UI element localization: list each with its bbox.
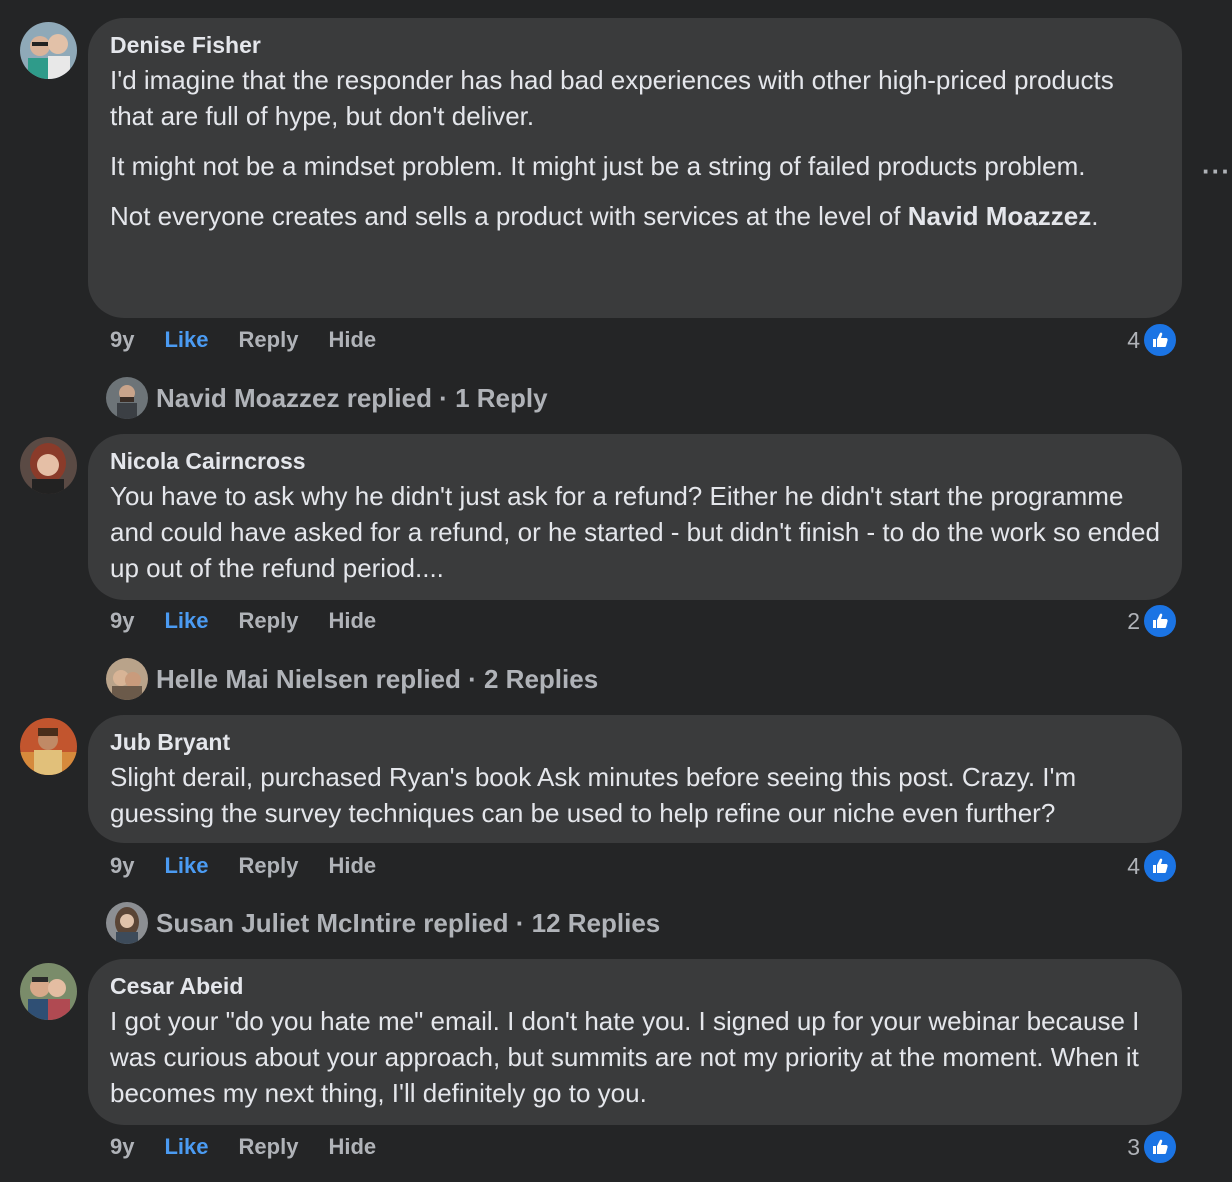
hide-button[interactable]: Hide — [328, 327, 376, 353]
avatar[interactable] — [20, 22, 77, 79]
reaction-summary[interactable]: 2 — [1127, 603, 1178, 639]
reaction-count: 4 — [1127, 852, 1140, 879]
mention-link[interactable]: Navid Moazzez — [908, 201, 1092, 231]
thumbs-up-icon — [1142, 322, 1178, 358]
avatar[interactable] — [20, 437, 77, 494]
reply-button[interactable]: Reply — [239, 1134, 299, 1160]
comment-actions: 9y Like Reply Hide — [110, 1132, 406, 1162]
more-options-icon[interactable]: ··· — [1202, 156, 1231, 187]
view-replies-link[interactable]: Navid Moazzez replied · 1 Reply — [106, 376, 548, 420]
comment-text: I'd imagine that the responder has had b… — [110, 65, 1114, 131]
comment-bubble: Jub Bryant Slight derail, purchased Ryan… — [88, 715, 1182, 843]
comment-age[interactable]: 9y — [110, 327, 134, 353]
reply-button[interactable]: Reply — [239, 327, 299, 353]
comment-bubble: Cesar Abeid I got your "do you hate me" … — [88, 959, 1182, 1125]
reaction-summary[interactable]: 4 — [1127, 322, 1178, 358]
reply-button[interactable]: Reply — [239, 608, 299, 634]
comment-author[interactable]: Cesar Abeid — [110, 971, 1160, 1001]
comment-text: You have to ask why he didn't just ask f… — [110, 481, 1160, 583]
reply-button[interactable]: Reply — [239, 853, 299, 879]
like-button[interactable]: Like — [164, 853, 208, 879]
hide-button[interactable]: Hide — [328, 853, 376, 879]
comment-bubble: Nicola Cairncross You have to ask why he… — [88, 434, 1182, 600]
thumbs-up-icon — [1142, 603, 1178, 639]
comment-actions: 9y Like Reply Hide — [110, 606, 406, 636]
like-button[interactable]: Like — [164, 608, 208, 634]
comment-author[interactable]: Nicola Cairncross — [110, 446, 1160, 476]
reaction-summary[interactable]: 3 — [1127, 1129, 1178, 1165]
reaction-summary[interactable]: 4 — [1127, 848, 1178, 884]
thumbs-up-icon — [1142, 1129, 1178, 1165]
comment-actions: 9y Like Reply Hide — [110, 851, 406, 881]
comment-text: Not everyone creates and sells a product… — [110, 198, 1160, 234]
hide-button[interactable]: Hide — [328, 1134, 376, 1160]
comment-age[interactable]: 9y — [110, 853, 134, 879]
view-replies-link[interactable]: Susan Juliet McIntire replied · 12 Repli… — [106, 901, 660, 945]
avatar[interactable] — [20, 718, 77, 775]
avatar — [106, 377, 148, 419]
comment-text-part: Not everyone creates and sells a product… — [110, 201, 908, 231]
like-button[interactable]: Like — [164, 1134, 208, 1160]
comment-text: It might not be a mindset problem. It mi… — [110, 151, 1086, 181]
comment-age[interactable]: 9y — [110, 608, 134, 634]
reaction-count: 3 — [1127, 1133, 1140, 1160]
replied-text: Susan Juliet McIntire replied · 12 Repli… — [156, 907, 661, 938]
hide-button[interactable]: Hide — [328, 608, 376, 634]
like-button[interactable]: Like — [164, 327, 208, 353]
avatar — [106, 902, 148, 944]
replied-text: Navid Moazzez replied · 1 Reply — [156, 382, 548, 413]
reaction-count: 2 — [1127, 607, 1140, 634]
comment-text: I got your "do you hate me" email. I don… — [110, 1006, 1140, 1108]
comment-actions: 9y Like Reply Hide — [110, 325, 406, 355]
avatar — [106, 658, 148, 700]
thumbs-up-icon — [1142, 848, 1178, 884]
view-replies-link[interactable]: Helle Mai Nielsen replied · 2 Replies — [106, 657, 598, 701]
comment-author[interactable]: Jub Bryant — [110, 727, 1160, 757]
comment-text: Slight derail, purchased Ryan's book Ask… — [110, 762, 1077, 828]
avatar[interactable] — [20, 963, 77, 1020]
comment-bubble: Denise Fisher I'd imagine that the respo… — [88, 18, 1182, 318]
comment-age[interactable]: 9y — [110, 1134, 134, 1160]
reaction-count: 4 — [1127, 326, 1140, 353]
comment-author[interactable]: Denise Fisher — [110, 30, 1160, 60]
comment-text-part: . — [1091, 201, 1099, 231]
replied-text: Helle Mai Nielsen replied · 2 Replies — [156, 663, 599, 694]
